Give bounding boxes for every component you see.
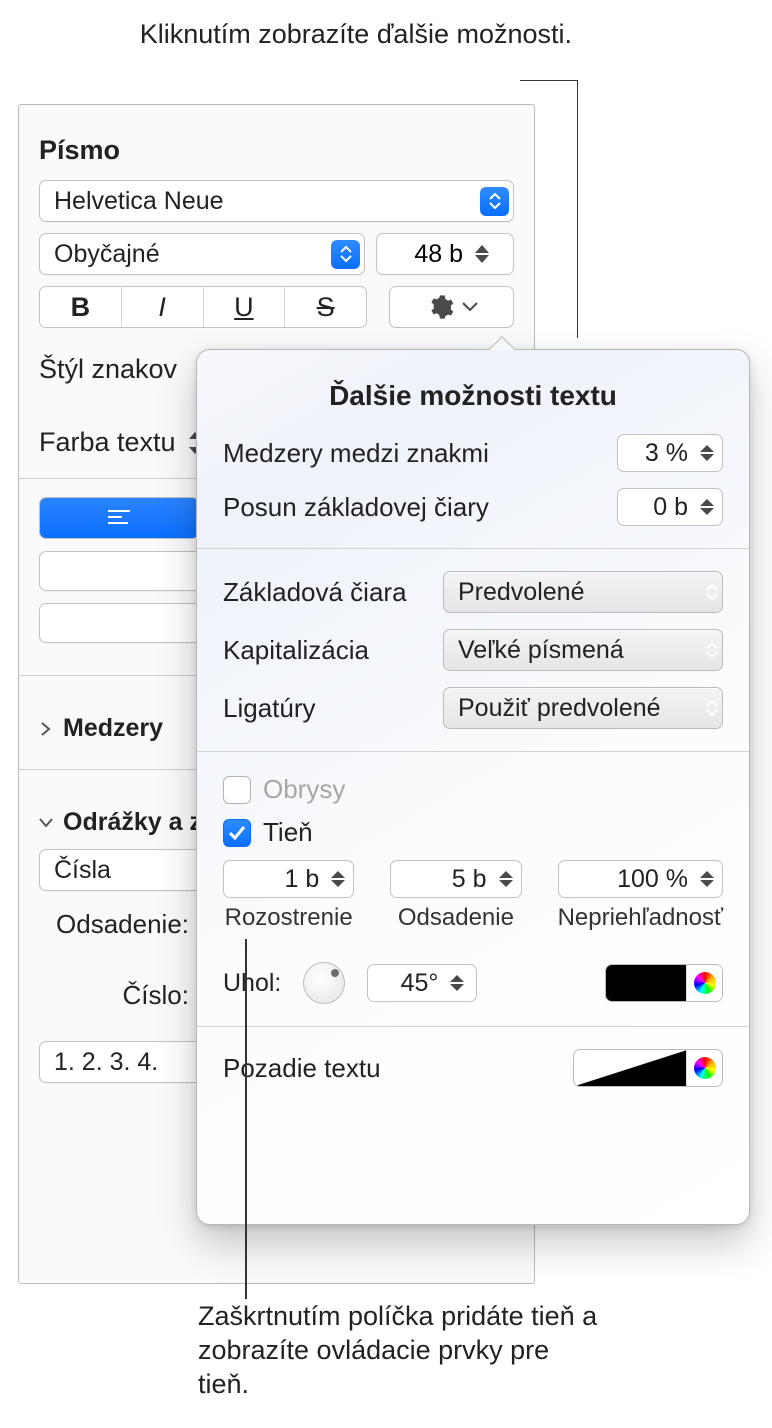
shadow-opacity-value: 100 % (617, 865, 688, 894)
angle-stepper[interactable] (444, 967, 470, 999)
italic-button[interactable]: I (122, 287, 204, 327)
char-spacing-field[interactable]: 3 % (617, 434, 723, 472)
font-size-stepper[interactable] (469, 234, 495, 274)
shadow-checkbox[interactable] (223, 819, 251, 847)
character-styles-label: Štýl znakov (39, 354, 177, 385)
shadow-offset-label: Odsadenie (390, 904, 521, 932)
baseline-value: Predvolené (458, 578, 706, 607)
shadow-blur-field[interactable]: 1 b (223, 860, 354, 898)
ligatures-label: Ligatúry (223, 693, 443, 724)
shadow-color-well[interactable] (605, 964, 723, 1002)
separator (197, 751, 749, 752)
callout-bottom: Zaškrtnutím políčka pridáte tieň a zobra… (198, 1300, 598, 1401)
popover-title: Ďalšie možnosti textu (223, 380, 723, 412)
angle-dial[interactable] (303, 962, 345, 1004)
font-size-input[interactable] (385, 240, 463, 269)
bullets-type-value: Čísla (54, 856, 111, 885)
shadow-blur-value: 1 b (259, 865, 319, 894)
shadow-color-swatch[interactable] (606, 965, 686, 1001)
shadow-offset-stepper[interactable] (493, 863, 519, 895)
bold-button[interactable]: B (40, 287, 122, 327)
shadow-opacity-field[interactable]: 100 % (558, 860, 723, 898)
ligatures-value: Použiť predvolené (458, 694, 706, 723)
shadow-blur-stepper[interactable] (325, 863, 351, 895)
char-spacing-value: 3 % (628, 439, 688, 468)
font-style-popup[interactable]: Obyčajné (39, 233, 365, 275)
spacing-label: Medzery (63, 714, 163, 743)
text-bg-swatch[interactable] (574, 1050, 686, 1086)
style-button-group: B I U S (39, 286, 367, 328)
outline-label: Obrysy (263, 774, 345, 805)
font-section-title: Písmo (39, 135, 514, 166)
font-style-value: Obyčajné (54, 240, 160, 269)
shadow-opacity-stepper[interactable] (694, 863, 720, 895)
text-bg-label: Pozadie textu (223, 1053, 573, 1084)
separator (197, 548, 749, 549)
callout-top: Kliknutím zobrazíte ďalšie možnosti. (140, 18, 572, 50)
shadow-offset-field[interactable]: 5 b (390, 860, 521, 898)
char-spacing-label: Medzery medzi znakmi (223, 438, 617, 469)
strikethrough-button[interactable]: S (285, 287, 366, 327)
gear-icon (426, 293, 454, 321)
bullets-label: Odrážky a z (63, 808, 202, 837)
angle-label: Uhol: (223, 969, 281, 998)
text-color-label: Farba textu (39, 427, 176, 458)
popover-arrow (487, 336, 515, 350)
baseline-shift-value: 0 b (628, 493, 688, 522)
alignment-segmented[interactable] (39, 497, 199, 539)
capitalization-popup[interactable]: Veľké písmená (443, 629, 723, 671)
align-left-button[interactable] (40, 498, 198, 538)
indent-label: Odsadenie: (39, 909, 189, 940)
shadow-offset-value: 5 b (427, 865, 487, 894)
chevron-down-icon (462, 302, 478, 312)
chevron-right-icon (39, 722, 53, 736)
shadow-opacity-label: Nepriehľadnosť (558, 904, 723, 932)
shadow-angle-row: Uhol: 45° (223, 962, 723, 1004)
char-spacing-stepper[interactable] (694, 437, 720, 469)
font-family-value: Helvetica Neue (54, 187, 224, 216)
popup-chevron-icon (706, 636, 718, 665)
color-wheel-icon (694, 972, 716, 994)
shadow-row[interactable]: Tieň (223, 817, 723, 848)
outline-row[interactable]: Obrysy (223, 774, 723, 805)
text-bg-color-well[interactable] (573, 1049, 723, 1087)
popup-chevron-icon (706, 578, 718, 607)
color-picker-button[interactable] (686, 1050, 722, 1086)
chevron-down-icon (39, 816, 53, 830)
capitalization-value: Veľké písmená (458, 636, 706, 665)
shadow-blur-label: Rozostrenie (223, 904, 354, 932)
baseline-shift-field[interactable]: 0 b (617, 488, 723, 526)
color-wheel-icon (694, 1057, 716, 1079)
capitalization-label: Kapitalizácia (223, 635, 443, 666)
popup-chevron-icon (706, 694, 718, 723)
baseline-popup[interactable]: Predvolené (443, 571, 723, 613)
angle-field[interactable]: 45° (367, 964, 477, 1002)
font-size-field[interactable] (376, 233, 514, 275)
underline-button[interactable]: U (204, 287, 286, 327)
shadow-label: Tieň (263, 817, 313, 848)
number-label: Číslo: (39, 980, 189, 1011)
popup-chevron-icon (331, 240, 360, 269)
separator (197, 1026, 749, 1027)
baseline-label: Základová čiara (223, 577, 443, 608)
callout-line-bottom (245, 939, 247, 1299)
advanced-text-popover: Ďalšie možnosti textu Medzery medzi znak… (196, 349, 750, 1225)
baseline-shift-label: Posun základovej čiary (223, 492, 617, 523)
shadow-controls: 1 b Rozostrenie 5 b Odsadenie 100 % Nepr… (223, 860, 723, 932)
angle-value: 45° (378, 969, 438, 998)
color-picker-button[interactable] (686, 965, 722, 1001)
baseline-shift-stepper[interactable] (694, 491, 720, 523)
font-family-popup[interactable]: Helvetica Neue (39, 180, 514, 222)
outline-checkbox[interactable] (223, 776, 251, 804)
popup-chevron-icon (480, 187, 509, 216)
ligatures-popup[interactable]: Použiť predvolené (443, 687, 723, 729)
list-format-value: 1. 2. 3. 4. (54, 1048, 158, 1077)
advanced-options-button[interactable] (389, 286, 514, 328)
